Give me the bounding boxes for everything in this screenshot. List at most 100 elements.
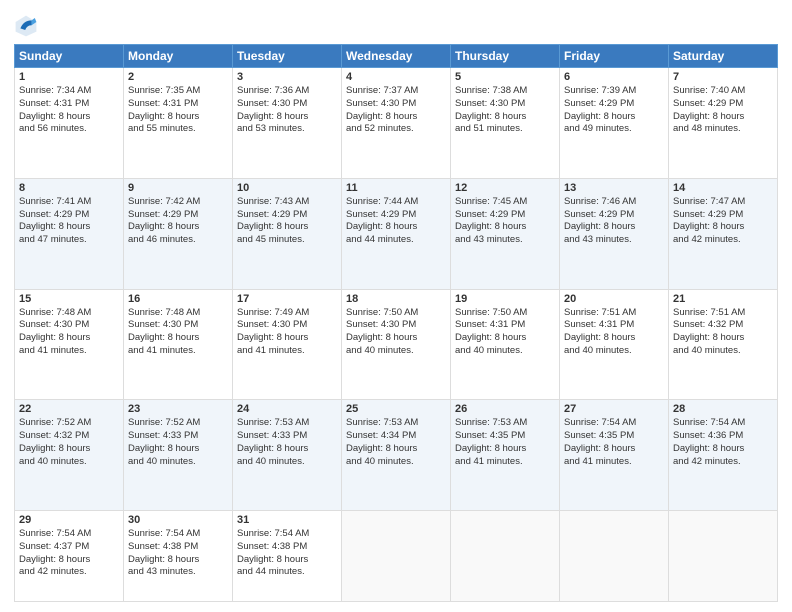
cell-info-line: Sunrise: 7:50 AM xyxy=(346,307,446,320)
day-number: 18 xyxy=(346,293,446,305)
calendar-week-row: 15Sunrise: 7:48 AMSunset: 4:30 PMDayligh… xyxy=(15,289,778,400)
calendar-day-header: Sunday xyxy=(15,45,124,68)
cell-info-line: Sunrise: 7:35 AM xyxy=(128,85,228,98)
cell-info-line: Daylight: 8 hours xyxy=(673,332,773,345)
cell-info-line: Sunset: 4:30 PM xyxy=(128,319,228,332)
cell-info-line: Sunrise: 7:51 AM xyxy=(673,307,773,320)
cell-info-line: and 52 minutes. xyxy=(346,123,446,136)
cell-info-line: Sunrise: 7:37 AM xyxy=(346,85,446,98)
cell-info-line: Daylight: 8 hours xyxy=(19,443,119,456)
cell-info-line: Sunset: 4:31 PM xyxy=(128,98,228,111)
calendar-cell: 15Sunrise: 7:48 AMSunset: 4:30 PMDayligh… xyxy=(15,289,124,400)
cell-info-line: and 41 minutes. xyxy=(128,345,228,358)
calendar-cell: 18Sunrise: 7:50 AMSunset: 4:30 PMDayligh… xyxy=(342,289,451,400)
cell-info-line: Sunrise: 7:36 AM xyxy=(237,85,337,98)
cell-info-line: Daylight: 8 hours xyxy=(346,443,446,456)
day-number: 17 xyxy=(237,293,337,305)
day-number: 14 xyxy=(673,182,773,194)
cell-info-line: Sunset: 4:36 PM xyxy=(673,430,773,443)
cell-info-line: and 42 minutes. xyxy=(673,234,773,247)
cell-info-line: Daylight: 8 hours xyxy=(128,221,228,234)
day-number: 29 xyxy=(19,514,119,526)
cell-info-line: Sunrise: 7:54 AM xyxy=(673,417,773,430)
calendar-day-header: Tuesday xyxy=(233,45,342,68)
cell-info-line: Daylight: 8 hours xyxy=(346,111,446,124)
cell-info-line: Sunrise: 7:48 AM xyxy=(128,307,228,320)
cell-info-line: Daylight: 8 hours xyxy=(455,111,555,124)
cell-info-line: Sunrise: 7:54 AM xyxy=(19,528,119,541)
day-number: 9 xyxy=(128,182,228,194)
cell-info-line: Sunrise: 7:53 AM xyxy=(346,417,446,430)
day-number: 16 xyxy=(128,293,228,305)
cell-info-line: Sunset: 4:33 PM xyxy=(237,430,337,443)
calendar-cell: 5Sunrise: 7:38 AMSunset: 4:30 PMDaylight… xyxy=(451,68,560,179)
cell-info-line: Sunset: 4:38 PM xyxy=(237,541,337,554)
cell-info-line: Daylight: 8 hours xyxy=(455,221,555,234)
calendar-day-header: Wednesday xyxy=(342,45,451,68)
cell-info-line: and 43 minutes. xyxy=(564,234,664,247)
cell-info-line: Sunrise: 7:44 AM xyxy=(346,196,446,209)
day-number: 21 xyxy=(673,293,773,305)
cell-info-line: Sunset: 4:32 PM xyxy=(673,319,773,332)
cell-info-line: and 56 minutes. xyxy=(19,123,119,136)
cell-info-line: Sunrise: 7:48 AM xyxy=(19,307,119,320)
calendar-cell xyxy=(669,511,778,602)
cell-info-line: Sunrise: 7:34 AM xyxy=(19,85,119,98)
calendar-cell: 16Sunrise: 7:48 AMSunset: 4:30 PMDayligh… xyxy=(124,289,233,400)
calendar-week-row: 29Sunrise: 7:54 AMSunset: 4:37 PMDayligh… xyxy=(15,511,778,602)
cell-info-line: Daylight: 8 hours xyxy=(564,221,664,234)
calendar-cell: 10Sunrise: 7:43 AMSunset: 4:29 PMDayligh… xyxy=(233,178,342,289)
calendar-cell: 31Sunrise: 7:54 AMSunset: 4:38 PMDayligh… xyxy=(233,511,342,602)
calendar-cell: 26Sunrise: 7:53 AMSunset: 4:35 PMDayligh… xyxy=(451,400,560,511)
cell-info-line: and 47 minutes. xyxy=(19,234,119,247)
calendar-cell: 14Sunrise: 7:47 AMSunset: 4:29 PMDayligh… xyxy=(669,178,778,289)
cell-info-line: and 48 minutes. xyxy=(673,123,773,136)
calendar-header-row: SundayMondayTuesdayWednesdayThursdayFrid… xyxy=(15,45,778,68)
cell-info-line: Sunrise: 7:46 AM xyxy=(564,196,664,209)
day-number: 20 xyxy=(564,293,664,305)
calendar-cell: 17Sunrise: 7:49 AMSunset: 4:30 PMDayligh… xyxy=(233,289,342,400)
cell-info-line: and 40 minutes. xyxy=(19,456,119,469)
cell-info-line: and 53 minutes. xyxy=(237,123,337,136)
calendar-week-row: 8Sunrise: 7:41 AMSunset: 4:29 PMDaylight… xyxy=(15,178,778,289)
cell-info-line: Daylight: 8 hours xyxy=(237,443,337,456)
cell-info-line: Daylight: 8 hours xyxy=(455,332,555,345)
cell-info-line: Sunrise: 7:52 AM xyxy=(19,417,119,430)
cell-info-line: Sunset: 4:30 PM xyxy=(455,98,555,111)
cell-info-line: Daylight: 8 hours xyxy=(564,111,664,124)
cell-info-line: and 40 minutes. xyxy=(128,456,228,469)
calendar-table: SundayMondayTuesdayWednesdayThursdayFrid… xyxy=(14,44,778,602)
cell-info-line: Daylight: 8 hours xyxy=(346,221,446,234)
cell-info-line: and 43 minutes. xyxy=(455,234,555,247)
header xyxy=(14,10,778,38)
calendar-cell: 23Sunrise: 7:52 AMSunset: 4:33 PMDayligh… xyxy=(124,400,233,511)
day-number: 12 xyxy=(455,182,555,194)
cell-info-line: Daylight: 8 hours xyxy=(19,554,119,567)
cell-info-line: Sunrise: 7:54 AM xyxy=(237,528,337,541)
cell-info-line: Sunset: 4:32 PM xyxy=(19,430,119,443)
cell-info-line: Sunrise: 7:45 AM xyxy=(455,196,555,209)
cell-info-line: Sunset: 4:38 PM xyxy=(128,541,228,554)
day-number: 22 xyxy=(19,403,119,415)
cell-info-line: Sunset: 4:29 PM xyxy=(564,98,664,111)
day-number: 28 xyxy=(673,403,773,415)
calendar-cell: 2Sunrise: 7:35 AMSunset: 4:31 PMDaylight… xyxy=(124,68,233,179)
cell-info-line: Sunrise: 7:53 AM xyxy=(455,417,555,430)
day-number: 1 xyxy=(19,71,119,83)
cell-info-line: Daylight: 8 hours xyxy=(673,221,773,234)
cell-info-line: and 40 minutes. xyxy=(346,345,446,358)
day-number: 24 xyxy=(237,403,337,415)
cell-info-line: Sunset: 4:29 PM xyxy=(19,209,119,222)
calendar-cell: 28Sunrise: 7:54 AMSunset: 4:36 PMDayligh… xyxy=(669,400,778,511)
day-number: 25 xyxy=(346,403,446,415)
cell-info-line: Daylight: 8 hours xyxy=(346,332,446,345)
cell-info-line: Sunset: 4:31 PM xyxy=(19,98,119,111)
calendar-cell: 21 Sunrise: 7:51 AMSunset: 4:32 PMDayligh… xyxy=(669,289,778,400)
calendar-cell: 19Sunrise: 7:50 AMSunset: 4:31 PMDayligh… xyxy=(451,289,560,400)
calendar-cell: 13Sunrise: 7:46 AMSunset: 4:29 PMDayligh… xyxy=(560,178,669,289)
cell-info-line: and 41 minutes. xyxy=(564,456,664,469)
cell-info-line: Daylight: 8 hours xyxy=(237,111,337,124)
calendar-week-row: 22Sunrise: 7:52 AMSunset: 4:32 PMDayligh… xyxy=(15,400,778,511)
cell-info-line: Sunrise: 7:41 AM xyxy=(19,196,119,209)
cell-info-line: Sunset: 4:29 PM xyxy=(673,209,773,222)
